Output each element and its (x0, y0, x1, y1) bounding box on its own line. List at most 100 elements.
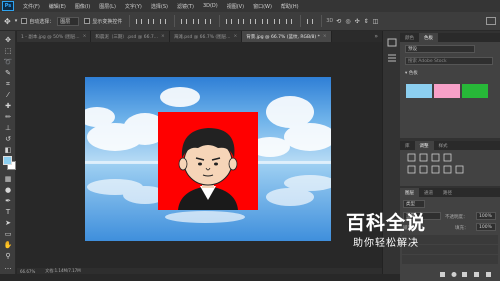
3d-pan-icon[interactable]: ✣ (355, 18, 360, 25)
fill-label: 填充： (455, 226, 469, 231)
zoom-level[interactable]: 66.67% (20, 269, 35, 274)
align-center-icon[interactable] (191, 17, 200, 26)
edit-toolbar-icon[interactable]: … (3, 262, 13, 272)
menu-type[interactable]: 文字(Y) (125, 3, 142, 10)
fill-input[interactable]: 100% (476, 223, 496, 231)
brush-tool-icon[interactable]: ✏ (3, 112, 13, 122)
dodge-tool-icon[interactable]: ● (3, 185, 13, 195)
gradient-tool-icon[interactable]: ▦ (3, 174, 13, 184)
workspace-icon[interactable] (486, 17, 496, 25)
chevron-down-icon[interactable]: ▾ (15, 18, 18, 24)
menu-help[interactable]: 帮助(H) (281, 3, 299, 10)
zoom-tool-icon[interactable]: ⚲ (3, 251, 13, 261)
layer-filter-select[interactable]: 类型 (403, 200, 425, 208)
close-icon[interactable]: × (83, 34, 87, 39)
clone-stamp-tool-icon[interactable]: ⊥ (3, 123, 13, 133)
move-tool-icon[interactable]: ✥ (4, 17, 11, 26)
history-icon[interactable] (383, 37, 401, 97)
close-icon[interactable]: × (161, 34, 165, 39)
shape-tool-icon[interactable]: ▭ (3, 229, 13, 239)
distribute-right-icon[interactable] (284, 17, 293, 26)
type-tool-icon[interactable]: T (3, 207, 13, 217)
align-top-icon[interactable] (134, 17, 143, 26)
auto-select-dropdown[interactable]: 图层 (57, 16, 80, 26)
tab-styles[interactable]: 样式 (434, 143, 453, 149)
close-icon[interactable]: × (323, 34, 327, 39)
tab-adjustments[interactable]: 调整 (414, 141, 434, 150)
black-white-icon (443, 165, 452, 174)
levels-icon (419, 153, 428, 162)
foreground-color-swatch[interactable] (3, 156, 12, 165)
vibrance-icon (407, 165, 416, 174)
opacity-input[interactable]: 100% (476, 212, 496, 220)
show-transform-checkbox[interactable] (84, 18, 91, 24)
tab-swatches[interactable]: 色板 (419, 33, 438, 42)
distribute-bottom-icon[interactable] (248, 17, 257, 26)
menu-layer[interactable]: 图层(L) (99, 3, 116, 10)
opacity-label: 不透明度： (445, 215, 468, 220)
portrait-layer[interactable] (158, 112, 258, 210)
eraser-tool-icon[interactable]: ◧ (3, 145, 13, 155)
menu-bar: Ps 文件(F) 编辑(E) 图像(I) 图层(L) 文字(Y) 选择(S) 滤… (0, 0, 500, 12)
menu-window[interactable]: 窗口(W) (253, 3, 272, 10)
3d-roll-icon[interactable]: ◎ (345, 18, 350, 25)
tab-paths[interactable]: 路径 (438, 190, 457, 196)
align-right-icon[interactable] (203, 17, 212, 26)
swatch-green[interactable] (462, 84, 488, 98)
3d-slide-icon[interactable]: ⇕ (364, 18, 369, 25)
divider (219, 15, 221, 27)
align-middle-icon[interactable] (146, 17, 155, 26)
align-left-icon[interactable] (179, 17, 188, 26)
distribute-top-icon[interactable] (224, 17, 233, 26)
healing-brush-tool-icon[interactable]: ✚ (3, 101, 13, 111)
quick-select-tool-icon[interactable]: ✎ (3, 68, 13, 78)
distribute-left-icon[interactable] (260, 17, 269, 26)
move-tool-icon[interactable]: ✥ (3, 35, 13, 45)
document-tab[interactable]: 和晨泥（三期）.psd @ 66.7... × (91, 31, 170, 42)
close-icon[interactable]: × (233, 34, 237, 39)
preset-select[interactable]: 预设 (405, 45, 475, 53)
stock-search-input[interactable]: 搜索 Adobe Stock (405, 57, 493, 65)
hand-tool-icon[interactable]: ✋ (3, 240, 13, 250)
menu-3d[interactable]: 3D(D) (203, 3, 218, 9)
3d-orbit-icon[interactable]: ⟲ (336, 18, 341, 25)
document-tab[interactable]: 海滩.psd @ 66.7% (图层... × (169, 31, 243, 42)
document-tab-active[interactable]: 背景.jpg @ 66.7% (蓝纹, RGB/8) * × (242, 31, 332, 42)
tab-color[interactable]: 颜色 (400, 35, 419, 41)
lasso-tool-icon[interactable]: ➰ (3, 57, 13, 67)
crop-tool-icon[interactable]: ⌗ (3, 79, 13, 89)
menu-file[interactable]: 文件(F) (23, 3, 40, 10)
distribute-hcenter-icon[interactable] (272, 17, 281, 26)
auto-select-checkbox[interactable] (21, 18, 28, 24)
layer-row[interactable] (402, 255, 498, 264)
3d-scale-icon[interactable]: ◫ (373, 18, 379, 25)
history-brush-tool-icon[interactable]: ↺ (3, 134, 13, 144)
document-tab-label: 和晨泥（三期）.psd @ 66.7... (95, 34, 159, 40)
document-tab[interactable]: 1 - 副本.jpg @ 50% (图层... × (17, 31, 92, 42)
auto-align-icon[interactable] (305, 17, 314, 26)
swatch-group-label[interactable]: ▾ 色板 (405, 70, 418, 76)
swatch-pink[interactable] (434, 84, 460, 98)
path-select-tool-icon[interactable]: ➤ (3, 218, 13, 228)
swatch-light-blue[interactable] (406, 84, 432, 98)
divider (174, 15, 176, 27)
document-tab-bar: 1 - 副本.jpg @ 50% (图层... × 和晨泥（三期）.psd @ 6… (17, 31, 382, 42)
tab-layers[interactable]: 图层 (400, 188, 419, 197)
document-tab-label: 海滩.psd @ 66.7% (图层... (173, 34, 231, 40)
menu-filter[interactable]: 滤镜(T) (177, 3, 194, 10)
eyedropper-tool-icon[interactable]: ⁄ (3, 90, 13, 100)
hue-saturation-icon (419, 165, 428, 174)
tab-overflow-icon[interactable]: » (370, 31, 382, 42)
divider (300, 15, 302, 27)
pen-tool-icon[interactable]: ✒ (3, 196, 13, 206)
tab-libraries[interactable]: 库 (400, 143, 415, 149)
menu-image[interactable]: 图像(I) (75, 3, 90, 10)
marquee-tool-icon[interactable]: ⬚ (3, 46, 13, 56)
tab-channels[interactable]: 通道 (419, 190, 438, 196)
distribute-vcenter-icon[interactable] (236, 17, 245, 26)
menu-select[interactable]: 选择(S) (151, 3, 168, 10)
align-bottom-icon[interactable] (158, 17, 167, 26)
menu-edit[interactable]: 编辑(E) (49, 3, 66, 10)
menu-view[interactable]: 视图(V) (227, 3, 244, 10)
trash-icon (486, 272, 491, 277)
